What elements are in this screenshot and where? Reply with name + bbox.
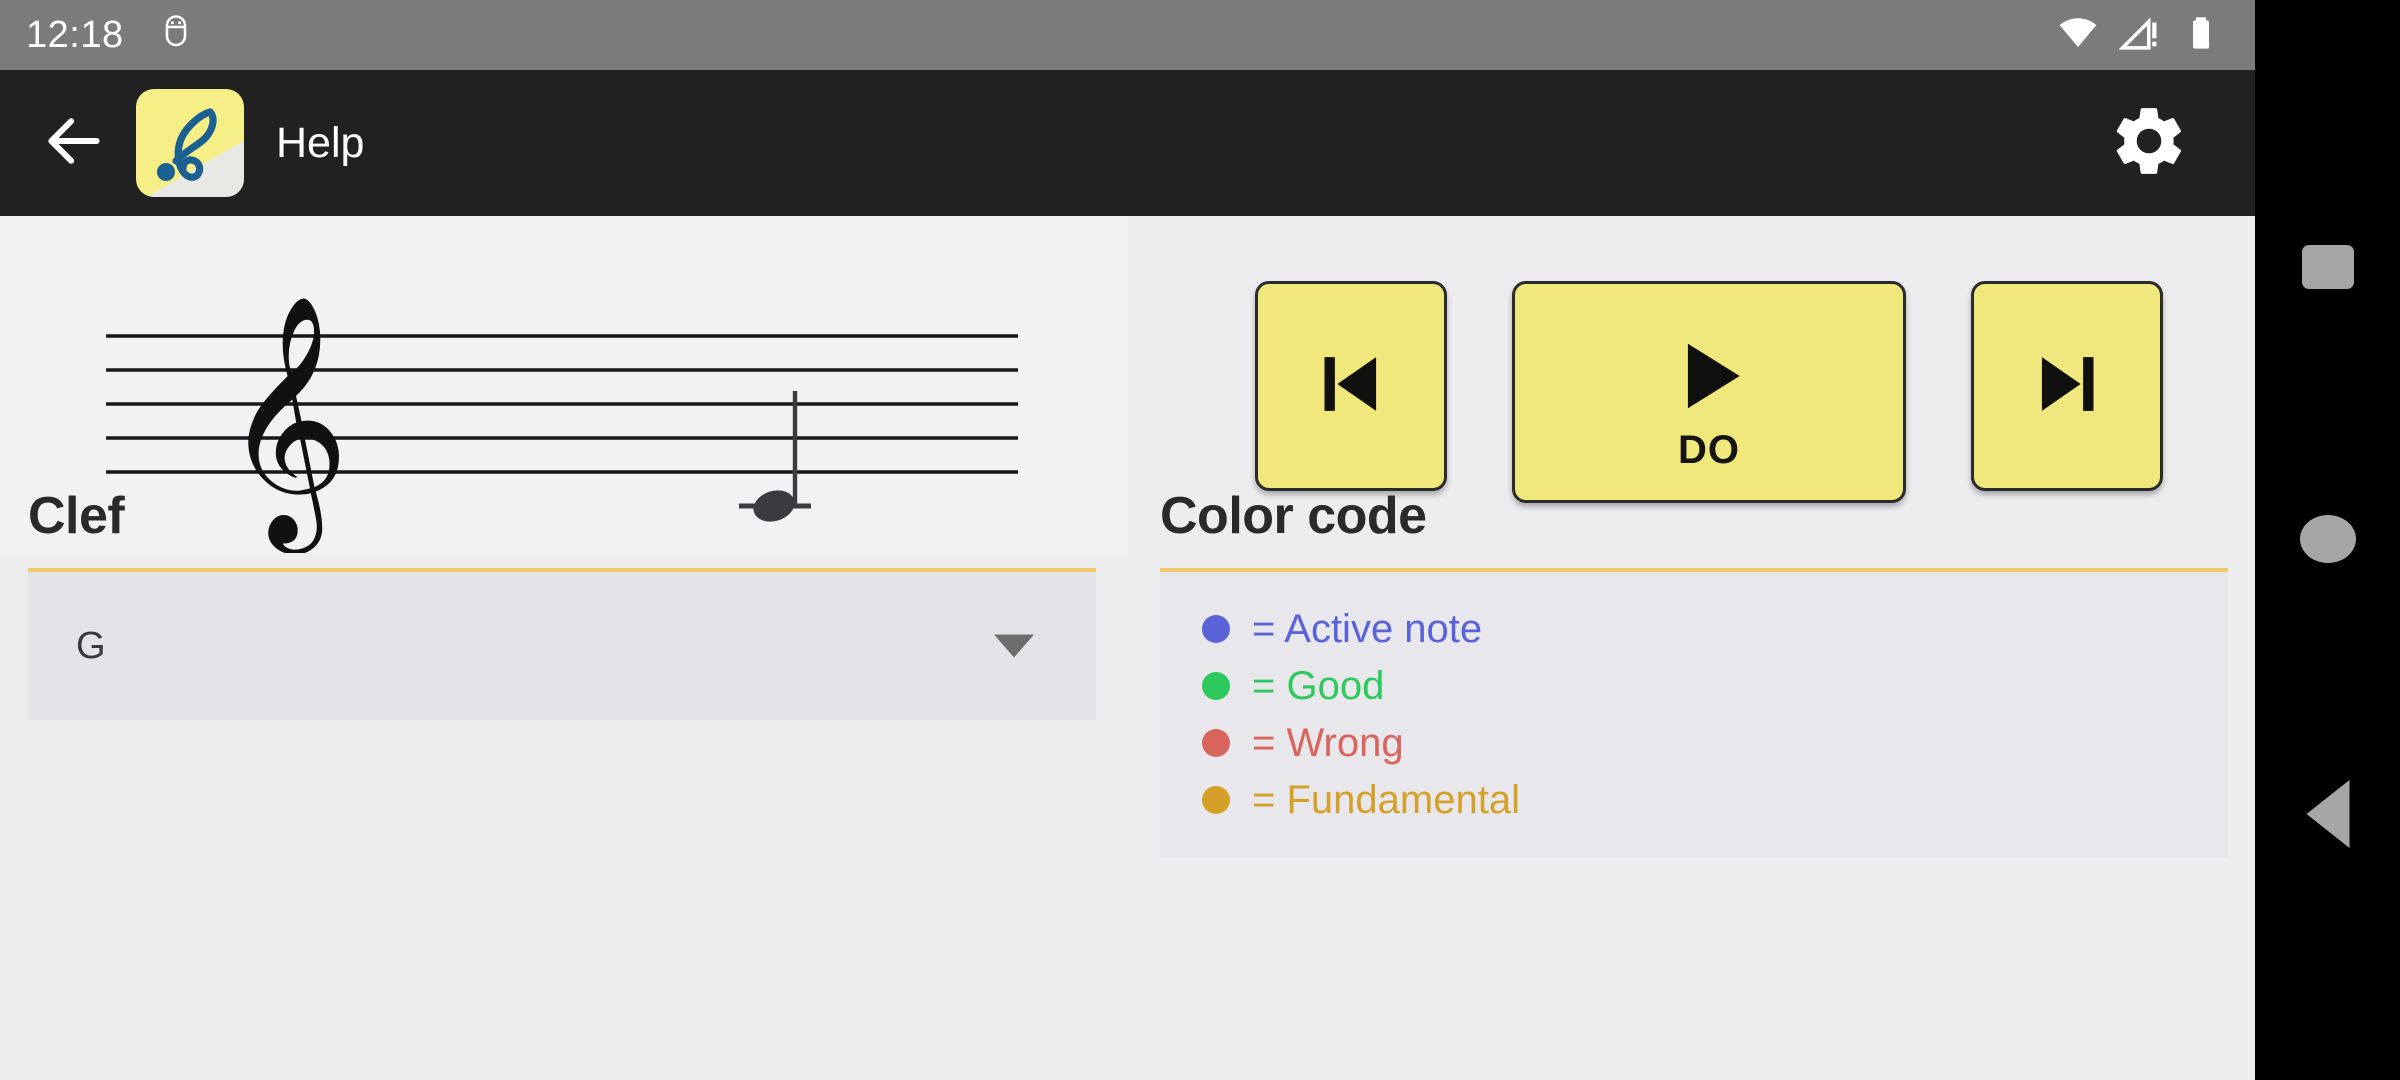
app-window: 12:18 Help 𝄞 DO Clef G Color code = Acti… (0, 0, 2255, 1080)
wifi-icon (2057, 12, 2099, 59)
square-recents-icon[interactable] (2301, 245, 2354, 289)
page-title: Help (276, 118, 365, 167)
skip-next-icon (2024, 341, 2110, 432)
color-code-label: = Active note (1252, 606, 1483, 651)
status-clock: 12:18 (26, 14, 124, 56)
chevron-down-icon (994, 634, 1034, 658)
color-code-list: = Active note = Good = Wrong = Fundament… (1160, 572, 2228, 858)
color-swatch-active-note (1202, 614, 1230, 643)
android-nav-bar (2255, 0, 2400, 1080)
content-area: 𝄞 DO Clef G Color code = Active note = G… (0, 216, 2255, 1080)
color-swatch-wrong (1202, 728, 1230, 757)
android-head-icon (158, 14, 194, 56)
color-code-label: = Fundamental (1252, 777, 1520, 822)
clef-section-title: Clef (28, 487, 125, 545)
previous-button[interactable] (1255, 281, 1447, 491)
back-button[interactable] (22, 70, 126, 216)
screen-root: 12:18 Help 𝄞 DO Clef G Color code = Acti… (0, 0, 2400, 1080)
clef-selected-value: G (76, 625, 106, 667)
list-item: = Good (1160, 657, 2228, 714)
color-code-label: = Wrong (1252, 720, 1404, 765)
list-item: = Fundamental (1160, 771, 2228, 828)
color-code-section: Color code = Active note = Good = Wrong (1160, 490, 2228, 858)
skip-previous-icon (1308, 341, 1394, 432)
back-arrow-icon (40, 107, 108, 180)
clef-section: Clef G (28, 490, 1096, 720)
play-button-label: DO (1678, 428, 1740, 472)
toolbar: Help (0, 70, 2255, 216)
status-bar: 12:18 (0, 0, 2255, 70)
status-right-icons (2057, 12, 2221, 59)
gear-icon (2108, 100, 2190, 187)
next-button[interactable] (1971, 281, 2163, 491)
status-left-icons (158, 14, 194, 56)
color-swatch-fundamental (1202, 785, 1230, 814)
color-code-section-title: Color code (1160, 487, 1427, 545)
app-logo-icon (136, 89, 244, 197)
color-swatch-good (1202, 671, 1230, 700)
cellular-no-sim-icon (2118, 12, 2161, 59)
play-icon (1663, 330, 1755, 427)
triangle-back-icon[interactable] (2306, 780, 2349, 848)
clef-select[interactable]: G (28, 572, 1096, 720)
transport-controls: DO (1255, 281, 2163, 503)
list-item: = Active note (1160, 600, 2228, 657)
circle-home-icon[interactable] (2299, 515, 2356, 563)
settings-button[interactable] (2101, 95, 2197, 191)
list-item: = Wrong (1160, 714, 2228, 771)
battery-full-icon (2181, 13, 2221, 58)
color-code-label: = Good (1252, 663, 1385, 708)
play-button[interactable]: DO (1512, 281, 1906, 503)
